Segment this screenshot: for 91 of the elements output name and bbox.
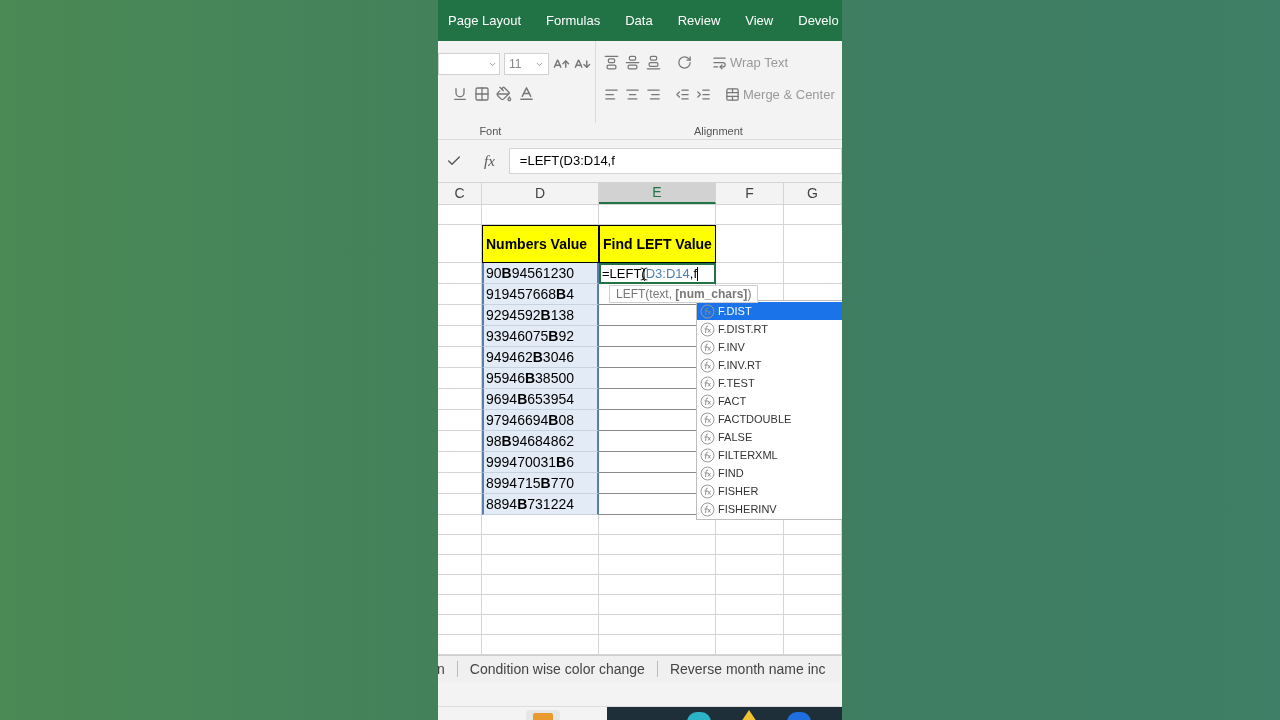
top-align-icon[interactable]: [604, 55, 619, 71]
table-cell: 999470031B6: [482, 452, 599, 474]
table-cell: 97946694B08: [482, 410, 599, 432]
column-header[interactable]: G: [784, 183, 842, 204]
active-cell[interactable]: =LEFT(D3:D14,f: [599, 263, 716, 285]
empty-cell: [438, 535, 482, 556]
sheet-tab[interactable]: Condition wise color change: [469, 658, 645, 680]
sheet-tab[interactable]: Reverse month name inc: [669, 658, 826, 680]
group-label: Alignment: [692, 124, 744, 139]
function-icon: [700, 429, 715, 445]
merge-icon: [725, 86, 740, 102]
autocomplete-item[interactable]: FACTDOUBLE: [697, 410, 842, 428]
autocomplete-item[interactable]: FISHER: [697, 482, 842, 500]
function-icon: [700, 339, 715, 355]
increase-indent-icon[interactable]: [696, 86, 711, 102]
column-header[interactable]: F: [716, 183, 784, 204]
formula-field[interactable]: =LEFT(D3:D14,f: [508, 148, 842, 174]
table-cell: 90B94561230: [482, 263, 599, 285]
ribbon-tab[interactable]: Formulas: [546, 10, 601, 31]
autocomplete-item[interactable]: F.INV.RT: [697, 356, 842, 374]
fill-color-icon[interactable]: [496, 85, 512, 102]
autocomplete-item[interactable]: F.DIST: [697, 302, 842, 320]
align-center-icon[interactable]: [625, 86, 640, 102]
empty-cell: [716, 575, 784, 595]
ribbon-tab[interactable]: Develo: [798, 10, 839, 31]
ribbon-tab[interactable]: Page Layout: [448, 10, 521, 31]
borders-icon[interactable]: [474, 85, 490, 102]
empty-cell: [784, 535, 842, 556]
wrap-text-icon: [712, 55, 727, 71]
table-cell: 949462B3046: [482, 347, 599, 369]
table-cell: 9694B653954: [482, 389, 599, 411]
empty-cell: [438, 555, 482, 575]
function-icon: [700, 321, 715, 337]
table-cell: 8894B731224: [482, 494, 599, 516]
autocomplete-item[interactable]: FALSE: [697, 428, 842, 446]
align-left-icon[interactable]: [604, 86, 619, 102]
table-cell: 919457668B4: [482, 284, 599, 306]
table-cell: 98B94684862: [482, 431, 599, 453]
empty-cell: [784, 615, 842, 635]
autocomplete-item[interactable]: F.INV: [697, 338, 842, 356]
ribbon-tab[interactable]: View: [745, 10, 774, 31]
autocomplete-item[interactable]: F.TEST: [697, 374, 842, 392]
empty-cell: [716, 555, 784, 575]
function-icon: [700, 375, 715, 391]
empty-cell: [716, 535, 784, 556]
header-cell: Numbers Value: [482, 225, 599, 264]
underline-icon[interactable]: [452, 85, 468, 102]
orientation-icon[interactable]: [677, 55, 692, 71]
autocomplete-item[interactable]: FACT: [697, 392, 842, 410]
ribbon-tab[interactable]: Review: [677, 10, 721, 31]
table-cell: 93946075B92: [482, 326, 599, 348]
font-color-icon[interactable]: [518, 85, 535, 102]
function-icon: [700, 303, 715, 319]
font-size-field[interactable]: 11: [504, 53, 549, 75]
function-icon: [700, 357, 715, 373]
group-label: Font: [478, 124, 503, 139]
autocomplete-item[interactable]: FIND: [697, 464, 842, 482]
table-cell: 9294592B138: [482, 305, 599, 327]
bottom-align-icon[interactable]: [646, 55, 661, 71]
column-header[interactable]: C: [438, 183, 482, 204]
ribbon-tab[interactable]: Data: [625, 10, 653, 31]
function-icon: [700, 411, 715, 427]
decrease-indent-icon[interactable]: [675, 86, 690, 102]
font-name-field[interactable]: [438, 53, 500, 75]
empty-cell: [716, 615, 784, 635]
column-header[interactable]: E: [599, 183, 716, 204]
empty-cell: [784, 595, 842, 615]
function-icon: [700, 393, 715, 409]
empty-cell: [438, 595, 482, 615]
empty-cell: [784, 555, 842, 575]
empty-cell: [784, 575, 842, 595]
empty-cell: [438, 515, 482, 536]
table-cell: 95946B38500: [482, 368, 599, 390]
align-right-icon[interactable]: [646, 86, 661, 102]
sheet-tab[interactable]: n: [438, 658, 445, 680]
empty-cell: [438, 575, 482, 595]
function-icon: [700, 465, 715, 481]
middle-align-icon[interactable]: [625, 55, 640, 71]
function-icon: [700, 447, 715, 463]
autocomplete-item[interactable]: FISHERINV: [697, 500, 842, 518]
autocomplete-item[interactable]: F.DIST.RT: [697, 320, 842, 338]
function-icon: [700, 483, 715, 499]
function-icon: [700, 501, 715, 517]
table-cell: 8994715B770: [482, 473, 599, 495]
taskbar-icon[interactable]: [687, 712, 711, 720]
function-tooltip: LEFT(text, [num_chars]): [609, 285, 759, 303]
empty-cell: [438, 615, 482, 635]
empty-cell: [716, 595, 784, 615]
autocomplete-item[interactable]: FILTERXML: [697, 446, 842, 464]
insert-function-label[interactable]: fx: [484, 149, 495, 173]
header-cell: Find LEFT Value: [599, 225, 716, 264]
